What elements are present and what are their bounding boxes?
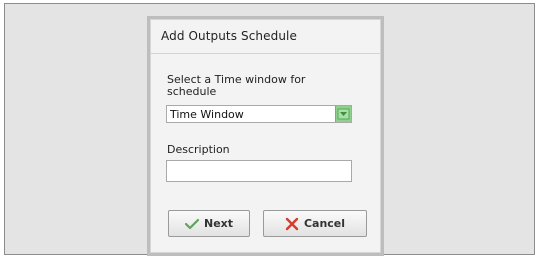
background-panel: Add Outputs Schedule Select a Time windo… [4,3,535,256]
x-icon [285,217,299,231]
title-divider [151,53,380,54]
add-outputs-schedule-dialog: Add Outputs Schedule Select a Time windo… [147,16,384,256]
dropdown-arrow-icon[interactable] [335,106,351,122]
description-label: Description [167,143,230,156]
cancel-button-label: Cancel [303,217,346,230]
cancel-button[interactable]: Cancel [263,210,367,237]
next-button[interactable]: Next [168,210,250,237]
dialog-title: Add Outputs Schedule [161,29,297,43]
time-window-selected-value: Time Window [170,108,244,121]
dialog-body: Add Outputs Schedule Select a Time windo… [150,19,381,253]
checkmark-icon [184,218,199,230]
description-input[interactable] [166,160,352,182]
next-button-label: Next [203,217,234,230]
time-window-label: Select a Time window for schedule [167,73,306,98]
time-window-select[interactable]: Time Window [166,105,352,123]
